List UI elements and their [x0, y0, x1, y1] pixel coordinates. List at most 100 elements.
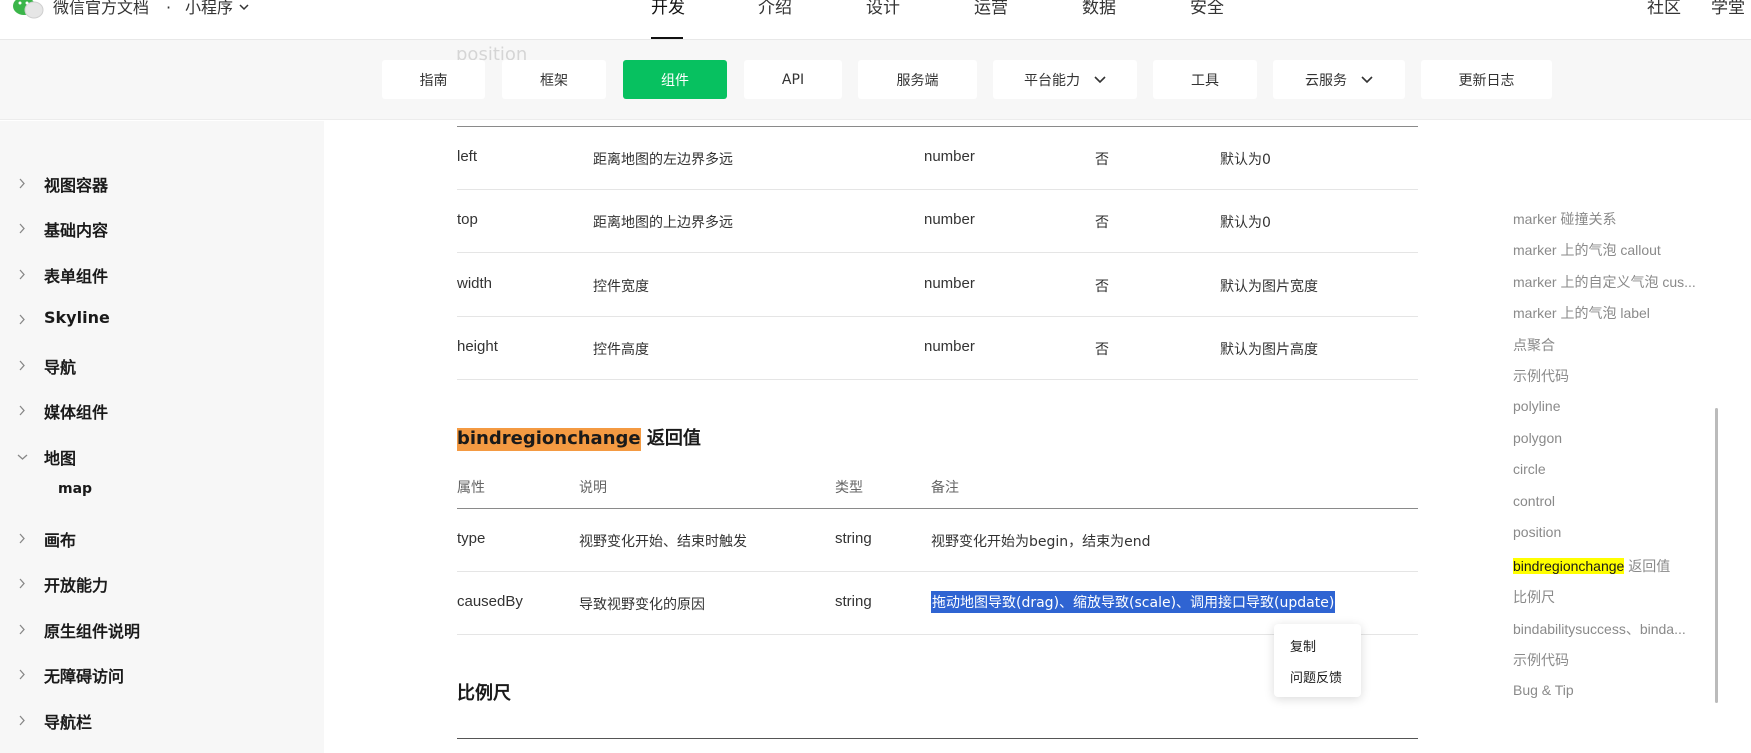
chevron-down-icon[interactable] [238, 2, 250, 12]
toc-item[interactable]: 比例尺 [1513, 587, 1555, 607]
chevron-down-icon [17, 454, 28, 460]
cell-attr: left [457, 148, 478, 165]
subnav-label: 平台能力 [1024, 72, 1080, 89]
subnav-cloud[interactable]: 云服务 [1273, 60, 1405, 99]
toc-item[interactable]: marker 上的气泡 callout [1513, 240, 1661, 260]
topnav-academy[interactable]: 学堂 [1711, 0, 1745, 17]
topnav-intro[interactable]: 介绍 [758, 0, 792, 17]
subnav-changelog[interactable]: 更新日志 [1421, 60, 1552, 99]
sidebar-item-label: 媒体组件 [44, 403, 109, 422]
subnav-guide[interactable]: 指南 [382, 60, 485, 99]
column-header: 类型 [835, 480, 863, 496]
toc-item[interactable]: marker 上的自定义气泡 cus... [1513, 272, 1696, 292]
toc-item[interactable]: position [1513, 524, 1561, 540]
brand-title[interactable]: 微信官方文档 [53, 0, 149, 16]
topnav-dev[interactable]: 开发 [651, 0, 685, 17]
sidebar-item-label: 开放能力 [44, 576, 109, 595]
cell-attr: causedBy [457, 593, 523, 610]
cell-attr: top [457, 211, 478, 228]
subnav-server[interactable]: 服务端 [858, 60, 977, 99]
column-header: 属性 [457, 480, 485, 496]
chevron-right-icon [19, 624, 25, 635]
sidebar-item-label: 视图容器 [44, 176, 109, 195]
section-heading-scale: 比例尺 [457, 683, 511, 704]
heading-suffix: 返回值 [640, 428, 701, 449]
context-menu-copy[interactable]: 复制 [1290, 636, 1316, 655]
chevron-right-icon [19, 405, 25, 416]
toc-item[interactable]: polyline [1513, 398, 1560, 414]
sidebar-item-label: 导航栏 [44, 713, 93, 732]
column-header: 备注 [931, 480, 959, 496]
wechat-logo-icon[interactable] [12, 0, 44, 22]
topnav-design[interactable]: 设计 [866, 0, 900, 17]
subnav-framework[interactable]: 框架 [502, 60, 606, 99]
chevron-right-icon [19, 578, 25, 589]
sidebar-item-skyline[interactable]: Skyline [0, 304, 324, 334]
topnav-data[interactable]: 数据 [1082, 0, 1116, 17]
toc-item[interactable]: circle [1513, 461, 1546, 477]
subnav-label: 指南 [419, 72, 448, 89]
toc-item[interactable]: 示例代码 [1513, 366, 1569, 386]
cell-type: number [924, 211, 975, 228]
topnav-community[interactable]: 社区 [1647, 0, 1681, 17]
subnav-tools[interactable]: 工具 [1153, 60, 1257, 99]
toc-item[interactable]: marker 上的气泡 label [1513, 303, 1650, 323]
chevron-down-icon [1094, 75, 1106, 83]
toc-item[interactable]: 示例代码 [1513, 650, 1569, 670]
subnav-platform[interactable]: 平台能力 [993, 60, 1137, 99]
cell-type: number [924, 275, 975, 292]
sidebar-item-label: 基础内容 [44, 221, 109, 240]
cell-required: 否 [1095, 279, 1109, 295]
sidebar-item-basic-content[interactable]: 基础内容 [0, 213, 324, 243]
subnav-label: 组件 [661, 72, 689, 89]
row-divider [457, 316, 1418, 317]
section-heading: bindregionchange 返回值 [457, 424, 701, 451]
chevron-right-icon [19, 314, 25, 325]
subnav-components[interactable]: 组件 [623, 60, 727, 99]
sidebar-item-label: 画布 [44, 531, 77, 550]
cell-desc: 控件高度 [593, 342, 649, 358]
toc-scrollbar[interactable] [1715, 408, 1718, 703]
cell-desc: 视野变化开始、结束时触发 [579, 534, 747, 550]
sidebar-item-label: 原生组件说明 [44, 622, 141, 641]
cell-type: string [835, 593, 872, 610]
cell-type: number [924, 148, 975, 165]
search-highlight: bindregionchange [457, 428, 641, 451]
subnav-api[interactable]: API [744, 60, 842, 99]
cell-required: 否 [1095, 152, 1109, 168]
product-switcher[interactable]: 小程序 [185, 0, 233, 16]
toc-item[interactable]: polygon [1513, 430, 1562, 446]
toc-item[interactable]: bindabilitysuccess、binda... [1513, 619, 1686, 639]
cell-note: 默认为图片宽度 [1220, 279, 1318, 295]
sidebar-item-map[interactable]: 地图 [0, 441, 324, 471]
topnav-security[interactable]: 安全 [1190, 0, 1224, 17]
sidebar-item-view-container[interactable]: 视图容器 [0, 168, 324, 198]
table-top-rule [457, 126, 1418, 127]
sidebar-item-open-ability[interactable]: 开放能力 [0, 568, 324, 598]
chevron-right-icon [19, 223, 25, 234]
sidebar-item-accessibility[interactable]: 无障碍访问 [0, 659, 324, 689]
cell-note: 默认为0 [1220, 152, 1271, 168]
sidebar-item-canvas[interactable]: 画布 [0, 523, 324, 553]
toc-item[interactable]: control [1513, 493, 1555, 509]
toc-item[interactable]: Bug & Tip [1513, 682, 1574, 698]
sidebar-item-native-components[interactable]: 原生组件说明 [0, 614, 324, 644]
sidebar-subitem-map[interactable]: map [58, 481, 92, 497]
sidebar-item-navigation[interactable]: 导航 [0, 350, 324, 380]
context-menu: 复制 问题反馈 [1274, 624, 1361, 697]
sidebar-item-label: 无障碍访问 [44, 667, 125, 686]
topnav-operate[interactable]: 运营 [974, 0, 1008, 17]
selected-text[interactable]: 拖动地图导致(drag)、缩放导致(scale)、调用接口导致(update) [931, 591, 1336, 613]
cell-desc: 距离地图的左边界多远 [593, 152, 733, 168]
sidebar-item-label: Skyline [44, 308, 110, 327]
cell-required: 否 [1095, 342, 1109, 358]
chevron-right-icon [19, 360, 25, 371]
context-menu-feedback[interactable]: 问题反馈 [1290, 667, 1342, 686]
left-sidebar: 视图容器 基础内容 表单组件 Skyline 导航 媒体组件 地图 map 画布… [0, 121, 324, 753]
toc-item-active[interactable]: bindregionchange 返回值 [1513, 556, 1670, 576]
sidebar-item-media[interactable]: 媒体组件 [0, 395, 324, 425]
sidebar-item-navbar[interactable]: 导航栏 [0, 705, 324, 735]
sidebar-item-form[interactable]: 表单组件 [0, 259, 324, 289]
toc-item[interactable]: marker 碰撞关系 [1513, 209, 1616, 229]
toc-item[interactable]: 点聚合 [1513, 335, 1555, 355]
